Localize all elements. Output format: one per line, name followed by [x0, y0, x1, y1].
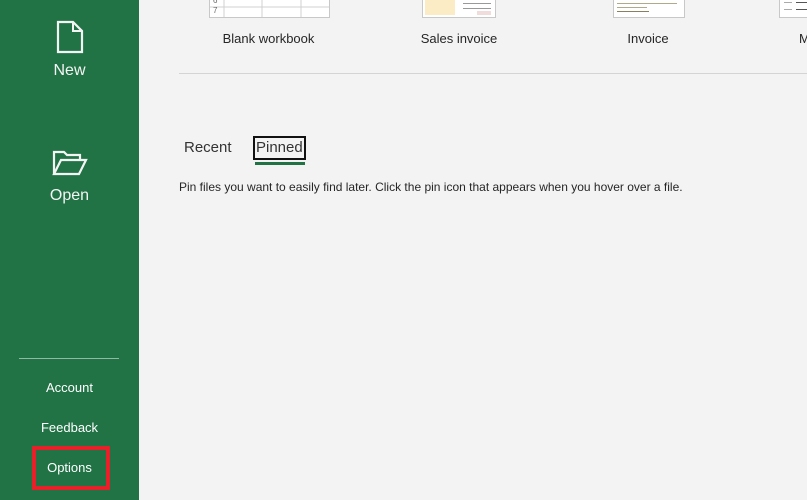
backstage-sidebar: New Open Account Feedback Options — [0, 0, 139, 500]
sidebar-divider — [19, 358, 119, 359]
tab-pinned[interactable]: Pinned — [253, 136, 306, 160]
template-invoice-label[interactable]: Invoice — [588, 31, 708, 46]
thumbnail-line — [617, 3, 677, 4]
thumbnail-line — [617, 7, 647, 8]
document-icon — [0, 20, 139, 54]
pinned-empty-hint: Pin files you want to easily find later.… — [179, 180, 683, 194]
thumbnail-highlight — [425, 0, 455, 15]
template-invoice-thumbnail[interactable] — [613, 0, 685, 18]
feedback-button[interactable]: Feedback — [0, 420, 139, 435]
thumbnail-line — [796, 2, 807, 3]
backstage-main: 6 7 Blank workbook Sales invoice Invoice… — [139, 0, 807, 500]
thumbnail-line — [463, 3, 491, 4]
thumbnail-line — [784, 9, 792, 10]
new-button[interactable]: New — [0, 20, 139, 80]
open-label: Open — [49, 187, 90, 204]
tab-recent[interactable]: Recent — [184, 139, 232, 156]
template-fourth-thumbnail[interactable] — [779, 0, 807, 18]
new-label: New — [53, 62, 86, 79]
thumbnail-line — [784, 2, 792, 3]
templates-divider — [179, 73, 807, 74]
thumbnail-line — [796, 9, 807, 10]
open-folder-icon — [0, 150, 139, 176]
account-button[interactable]: Account — [0, 380, 139, 395]
open-button[interactable]: Open — [0, 150, 139, 205]
template-sales-invoice-label[interactable]: Sales invoice — [399, 31, 519, 46]
thumbnail-line — [617, 11, 649, 12]
row-number: 7 — [213, 6, 218, 15]
row-number: 6 — [213, 0, 218, 5]
thumbnail-total — [477, 11, 491, 15]
template-blank-workbook-thumbnail[interactable]: 6 7 — [209, 0, 330, 18]
template-fourth-label[interactable]: M — [799, 31, 807, 46]
options-button[interactable]: Options — [0, 460, 139, 475]
thumbnail-line — [463, 8, 491, 9]
tab-pinned-underline — [255, 162, 305, 165]
template-blank-workbook-label[interactable]: Blank workbook — [209, 31, 328, 46]
template-sales-invoice-thumbnail[interactable] — [422, 0, 496, 18]
